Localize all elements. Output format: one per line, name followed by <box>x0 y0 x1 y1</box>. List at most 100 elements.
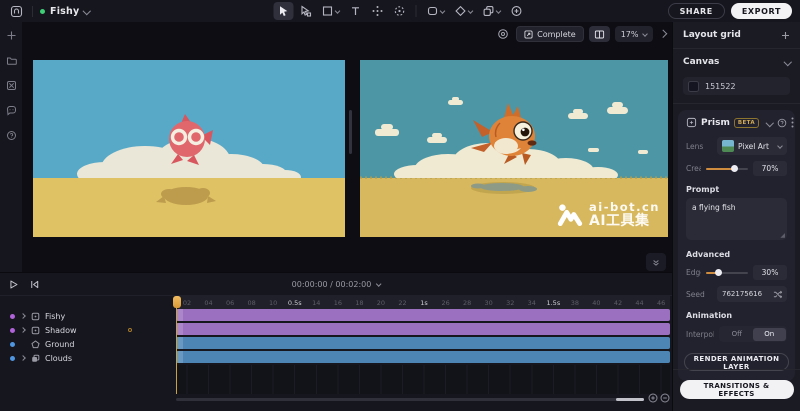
timeline-scrollbar[interactable] <box>176 398 644 401</box>
select-tool-button[interactable] <box>274 2 294 20</box>
creativity-slider-knob[interactable] <box>731 165 738 172</box>
effects-tool-button[interactable] <box>451 2 477 20</box>
source-canvas[interactable] <box>33 60 345 237</box>
add-layout-grid-button[interactable] <box>781 31 790 40</box>
ruler-label: 34 <box>528 299 536 307</box>
expand-panel-button[interactable] <box>658 29 668 39</box>
ruler-label: 46 <box>657 299 665 307</box>
layer-name: Fishy <box>45 312 65 321</box>
feedback-icon[interactable] <box>6 105 17 116</box>
canvas-split-handle[interactable] <box>349 110 352 154</box>
layer-color-dot <box>10 342 15 347</box>
ruler-label: 22 <box>398 299 406 307</box>
edge-influence-slider-knob[interactable] <box>715 269 722 276</box>
play-button[interactable] <box>8 279 19 290</box>
canvas-section-title: Canvas <box>683 57 719 67</box>
track-bar-clouds[interactable] <box>176 351 670 363</box>
project-menu[interactable]: Fishy <box>40 6 90 17</box>
prism-collapse-button[interactable] <box>767 120 773 126</box>
assets-icon[interactable] <box>6 80 17 91</box>
layer-row-shadow[interactable]: Shadow <box>0 323 176 337</box>
app-logo-icon[interactable] <box>8 3 25 20</box>
ruler-label: 32 <box>506 299 514 307</box>
group-icon <box>31 354 40 363</box>
chevron-down-icon <box>642 31 648 37</box>
track-bar-shadow[interactable] <box>176 323 670 335</box>
prism-help-icon[interactable] <box>777 118 787 128</box>
creativity-label: Creativity <box>686 164 701 173</box>
canvas-color-value: 151522 <box>705 82 736 91</box>
ruler-label: 42 <box>614 299 622 307</box>
expand-chevron-icon[interactable] <box>20 328 26 332</box>
export-button[interactable]: EXPORT <box>731 3 792 19</box>
ruler-label: 1s <box>420 299 428 307</box>
transitions-effects-button[interactable]: TRANSITIONS & EFFECTS <box>680 380 794 399</box>
timeline-scrollbar-thumb[interactable] <box>616 398 644 401</box>
expand-chevron-icon[interactable] <box>20 314 26 318</box>
ruler-label: 30 <box>485 299 493 307</box>
ruler-label: 1.5s <box>546 299 560 307</box>
timecode-value: 00:00:00 / 00:02:00 <box>292 280 372 289</box>
source-scene <box>33 60 345 237</box>
help-icon[interactable] <box>6 130 17 141</box>
folder-icon[interactable] <box>6 55 17 66</box>
shape-tool-button[interactable] <box>423 2 449 20</box>
watermark-line2: AI工具集 <box>589 214 660 229</box>
direct-selection-tool-button[interactable] <box>296 2 316 20</box>
preview-canvas[interactable]: ai-bot.cn AI工具集 <box>360 60 668 237</box>
position-tool-button[interactable] <box>368 2 388 20</box>
layout-grid-section: Layout grid <box>673 22 800 48</box>
canvas-controls: Complete 17% <box>495 26 667 42</box>
prism-title: Prism <box>701 118 730 128</box>
interpolation-off-option[interactable]: Off <box>721 328 754 341</box>
timeline-zoom-out-button[interactable] <box>660 393 670 403</box>
layer-name: Ground <box>45 340 74 349</box>
text-tool-button[interactable] <box>346 2 366 20</box>
add-plugin-tool-button[interactable] <box>507 2 527 20</box>
canvas-color-field[interactable]: 151522 <box>683 77 790 95</box>
canvas-color-swatch[interactable] <box>688 81 699 92</box>
seed-input[interactable]: 762175616 <box>717 286 787 302</box>
creativity-slider[interactable] <box>706 168 748 170</box>
add-icon[interactable] <box>6 30 17 41</box>
watermark-line1: ai-bot.cn <box>589 201 660 214</box>
focus-tool-button[interactable] <box>390 2 410 20</box>
ruler-label: 06 <box>226 299 234 307</box>
layer-row-fishy[interactable]: Fishy <box>0 309 176 323</box>
interpolation-on-option[interactable]: On <box>753 328 786 341</box>
canvas-section-header[interactable]: Canvas <box>673 49 800 75</box>
timeline-ruler[interactable]: 02040608100.5s14161820221s26283032341.5s… <box>176 296 670 309</box>
frame-tool-button[interactable] <box>318 2 344 20</box>
zoom-level-value: 17% <box>621 30 639 39</box>
timecode-dropdown[interactable]: 00:00:00 / 00:02:00 <box>292 280 381 289</box>
resize-grip-icon[interactable]: ◢ <box>780 232 785 239</box>
zoom-level-dropdown[interactable]: 17% <box>615 26 653 42</box>
animation-section-title: Animation <box>684 305 789 323</box>
edge-influence-slider[interactable] <box>706 272 748 274</box>
creativity-value[interactable]: 70% <box>753 161 787 176</box>
track-bar-ground[interactable] <box>176 337 670 349</box>
snapshot-icon[interactable] <box>495 26 511 42</box>
collapse-controls-button[interactable] <box>646 253 666 271</box>
split-view-button[interactable] <box>589 26 610 42</box>
edge-influence-value[interactable]: 30% <box>753 265 787 280</box>
layer-row-ground[interactable]: Ground <box>0 337 176 351</box>
timeline-zoom-in-button[interactable] <box>648 393 658 403</box>
playhead-handle[interactable] <box>173 296 181 308</box>
chevron-down-icon <box>468 8 474 14</box>
skip-to-start-button[interactable] <box>29 279 40 290</box>
complete-button[interactable]: Complete <box>516 26 584 42</box>
lens-dropdown[interactable]: Pixel Art <box>717 137 787 155</box>
track-bar-fishy[interactable] <box>176 309 670 321</box>
prism-more-icon[interactable] <box>791 117 794 128</box>
keyframe-indicator[interactable] <box>128 328 132 332</box>
canvas-area[interactable]: Complete 17% <box>22 22 672 272</box>
variants-tool-button[interactable] <box>479 2 505 20</box>
watermark-logo-icon <box>557 203 583 227</box>
shuffle-seed-icon[interactable] <box>773 290 782 299</box>
layer-row-clouds[interactable]: Clouds <box>0 351 176 365</box>
transport-bar: 00:00:00 / 00:02:00 <box>0 273 672 296</box>
prompt-input[interactable]: a flying fish ◢ <box>686 198 787 240</box>
share-button[interactable]: SHARE <box>668 3 725 19</box>
expand-chevron-icon[interactable] <box>20 356 26 360</box>
